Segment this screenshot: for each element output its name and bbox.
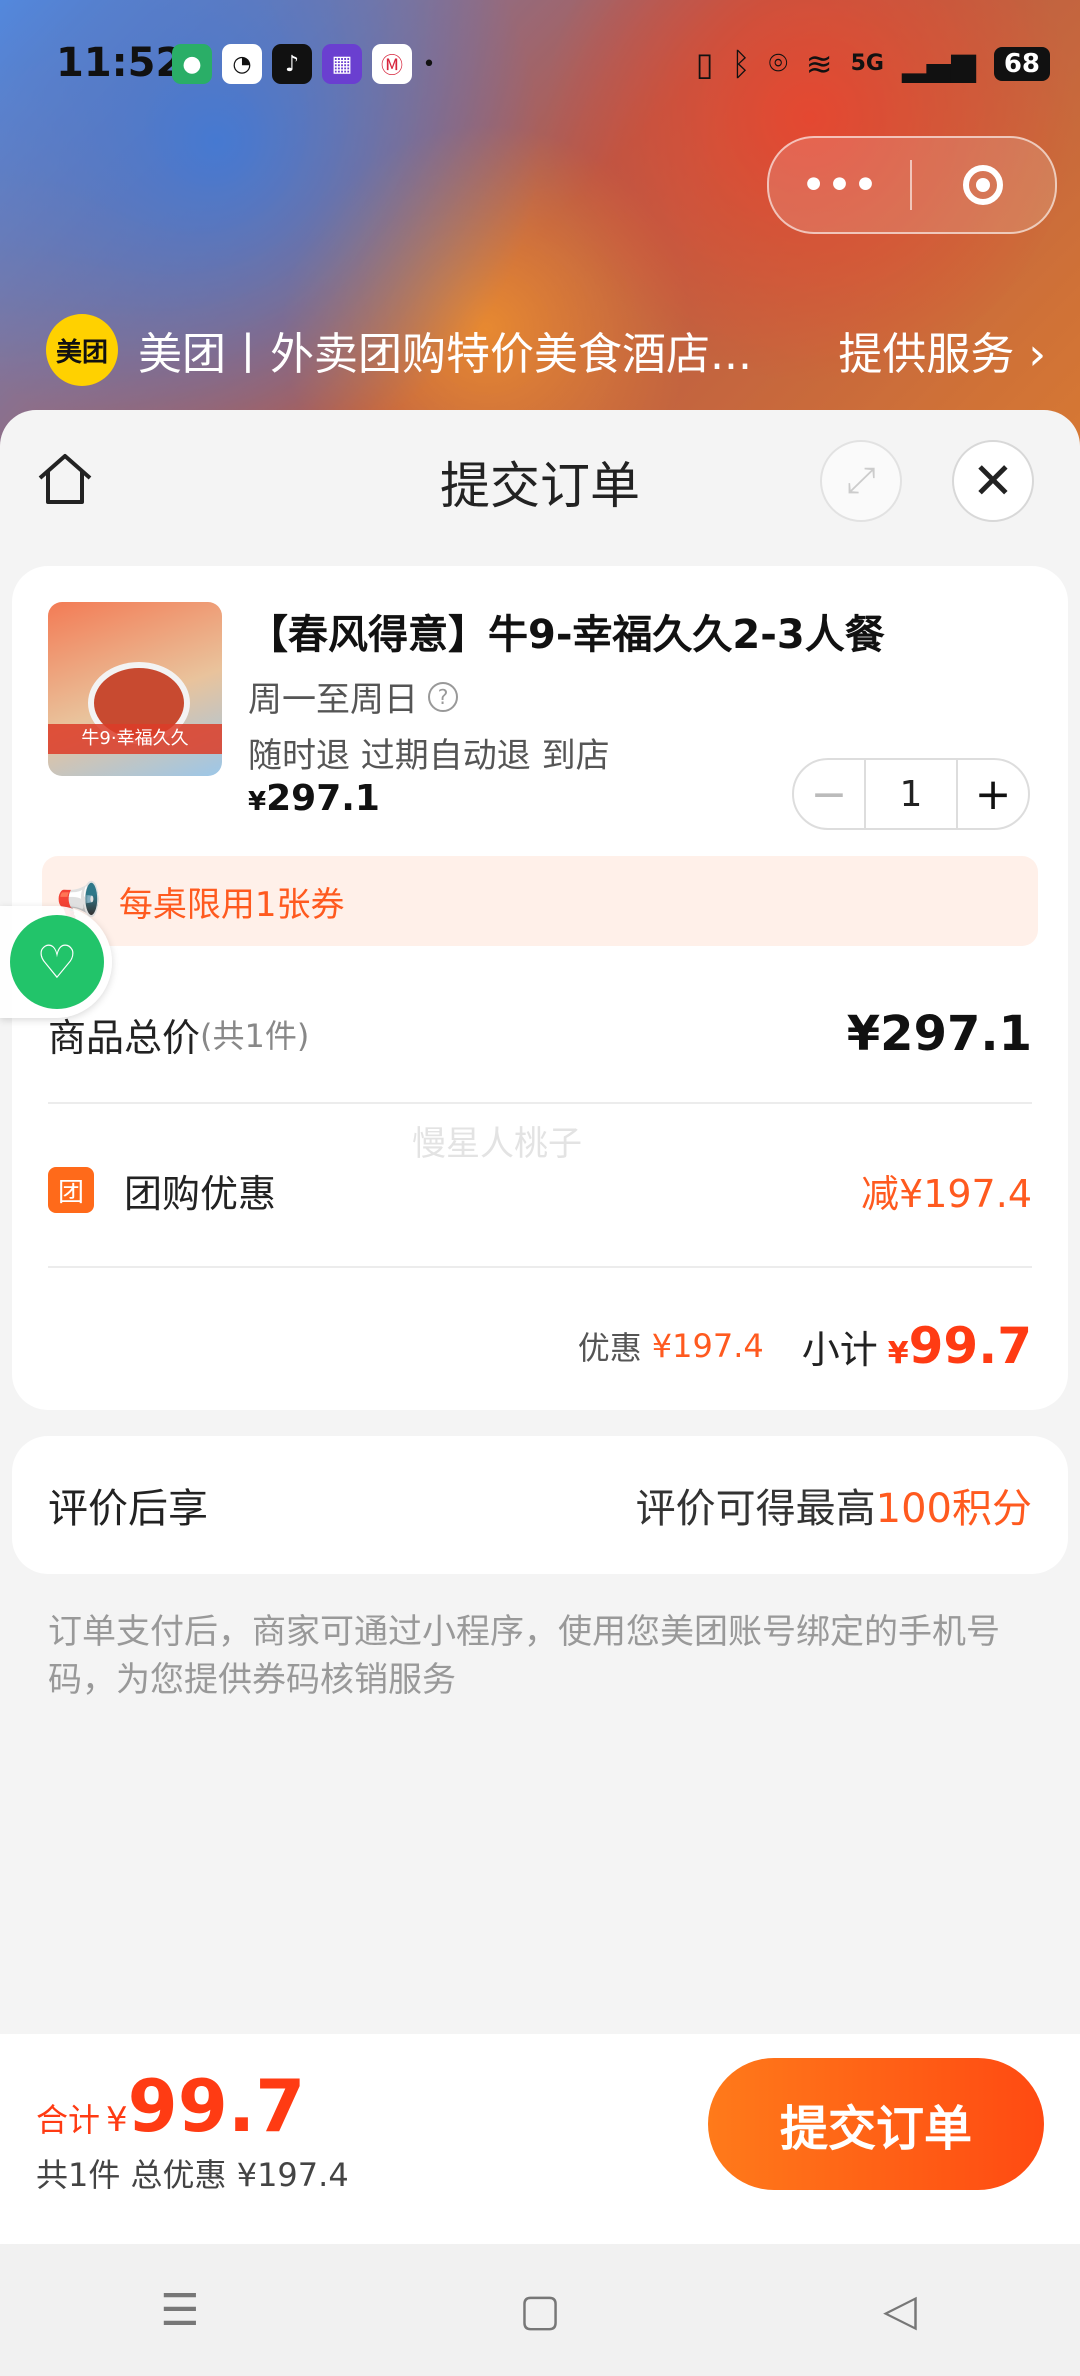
network-label: 5G — [850, 51, 884, 76]
status-time: 11:52 — [56, 40, 184, 86]
total-block: 合计 ¥ 99.7 共1件 总优惠 ¥197.4 — [36, 2064, 349, 2196]
sheet-header: 提交订单 ⤢ ✕ — [0, 410, 1080, 560]
deal-policy: 随时退 过期自动退 到店 — [248, 736, 610, 776]
limit-notice-text: 每桌限用1张券 — [118, 884, 345, 925]
deal-price: ¥297.1 — [248, 778, 380, 819]
home-square-icon[interactable]: ▢ — [480, 2285, 600, 2336]
total-line: 合计 ¥ 99.7 — [36, 2064, 349, 2148]
groupbuy-discount-row: 团 团购优惠 减¥197.4 — [48, 1152, 1032, 1228]
deal-image[interactable]: 牛9·幸福久久 — [48, 602, 222, 776]
wechat-icon: ● — [172, 44, 212, 84]
subtotal-row: 优惠 ¥197.4 小计 ¥99.7 — [48, 1306, 1032, 1386]
goods-total-count: (共1件) — [200, 1017, 310, 1055]
order-card: 牛9·幸福久久 【春风得意】牛9-幸福久久2-3人餐 周一至周日 ? 随时退 过… — [12, 566, 1068, 1410]
vibrate-icon: ▯ — [695, 44, 714, 83]
goods-total-row: 商品总价 (共1件) ¥297.1 — [48, 996, 1032, 1072]
divider — [48, 1266, 1032, 1268]
close-icon[interactable]: ✕ — [952, 440, 1034, 522]
status-app-icons: ● ◔ ♪ ▦ Ⓜ • — [172, 44, 436, 84]
groupbuy-discount: 减¥197.4 — [861, 1171, 1032, 1216]
deal-image-caption: 牛9·幸福久久 — [48, 724, 222, 754]
qq-icon: ◔ — [222, 44, 262, 84]
groupbuy-badge: 团 — [48, 1167, 94, 1213]
total-subtext: 共1件 总优惠 ¥197.4 — [36, 2156, 349, 2194]
goods-total-amount: ¥297.1 — [846, 1006, 1032, 1062]
deal-days-text: 周一至周日 — [248, 680, 418, 720]
review-reward-text: 评价可得最高 — [635, 1486, 876, 1532]
subtotal-amount: 99.7 — [908, 1317, 1032, 1375]
total-amount: 99.7 — [127, 2064, 306, 2148]
location-heart-icon: ♡ — [10, 915, 104, 1009]
total-symbol: ¥ — [106, 2100, 128, 2140]
divider — [48, 1102, 1032, 1104]
deal-days: 周一至周日 ? — [248, 672, 458, 721]
more-dots-icon[interactable]: ••• — [769, 160, 910, 211]
miniprogram-capsule: ••• — [767, 136, 1057, 234]
system-nav-bar: ☰ ▢ ◁ — [0, 2244, 1080, 2376]
groupbuy-label: 团购优惠 — [124, 1171, 277, 1216]
wifi-icon: ≋ — [805, 44, 833, 83]
plus-icon[interactable]: + — [958, 769, 1028, 820]
meituan-logo: 美团 — [46, 314, 118, 386]
target-icon[interactable] — [912, 165, 1053, 205]
expand-icon[interactable]: ⤢ — [820, 440, 902, 522]
review-label: 评价后享 — [48, 1486, 208, 1532]
status-bar: 11:52 ● ◔ ♪ ▦ Ⓜ • ▯ ᛒ ⌾ ≋ 5G ▂▄▆ 68 — [0, 0, 1080, 130]
deal-price-symbol: ¥ — [248, 787, 267, 817]
subtotal-label: 小计 — [801, 1327, 878, 1372]
provider-service-link[interactable]: 提供服务 › — [838, 318, 1046, 382]
quantity-stepper: − 1 + — [792, 758, 1030, 830]
subtotal-value: ¥99.7 — [888, 1317, 1032, 1375]
help-icon[interactable]: ? — [428, 681, 458, 712]
minus-icon[interactable]: − — [794, 769, 864, 820]
bluetooth-icon: ᛒ — [731, 44, 751, 83]
total-label: 合计 — [36, 2101, 101, 2139]
submit-order-button[interactable]: 提交订单 — [708, 2058, 1044, 2190]
signal-icon: ▂▄▆ — [901, 44, 976, 83]
provider-bar: 美团 美团丨外卖团购特价美食酒店... 提供服务 › — [46, 310, 1046, 390]
review-card[interactable]: 评价后享 评价可得最高100积分 — [12, 1436, 1068, 1574]
floating-assistant-button[interactable]: ♡ — [0, 906, 112, 1018]
review-reward: 评价可得最高100积分 — [636, 1476, 1032, 1534]
bank-icon: Ⓜ — [372, 44, 412, 84]
status-indicators: ▯ ᛒ ⌾ ≋ 5G ▂▄▆ 68 — [696, 44, 1050, 83]
limit-notice-banner: 📢 每桌限用1张券 — [42, 856, 1038, 946]
review-row: 评价后享 评价可得最高100积分 — [48, 1436, 1032, 1574]
deal-title: 【春风得意】牛9-幸福久久2-3人餐 — [248, 612, 885, 658]
location-icon: ⌾ — [768, 44, 788, 82]
order-notice: 订单支付后，商家可通过小程序，使用您美团账号绑定的手机号码，为您提供券码核销服务 — [48, 1612, 1000, 1700]
discount-label: 优惠 — [577, 1329, 642, 1367]
discount-value: ¥197.4 — [651, 1327, 764, 1365]
deal-price-value: 297.1 — [266, 778, 380, 819]
review-reward-points: 100积分 — [875, 1486, 1032, 1532]
more-notifications-icon: • — [422, 51, 436, 77]
sheet-title: 提交订单 — [440, 457, 640, 515]
subtotal-symbol: ¥ — [887, 1336, 909, 1371]
douyin-icon: ♪ — [272, 44, 312, 84]
menu-icon[interactable]: ☰ — [120, 2285, 240, 2336]
provider-name: 美团丨外卖团购特价美食酒店... — [138, 329, 752, 380]
quantity-value[interactable]: 1 — [864, 760, 958, 828]
game-icon: ▦ — [322, 44, 362, 84]
battery-indicator: 68 — [993, 46, 1050, 81]
checkout-bar: 合计 ¥ 99.7 共1件 总优惠 ¥197.4 提交订单 — [0, 2034, 1080, 2244]
back-icon[interactable]: ◁ — [840, 2285, 960, 2336]
